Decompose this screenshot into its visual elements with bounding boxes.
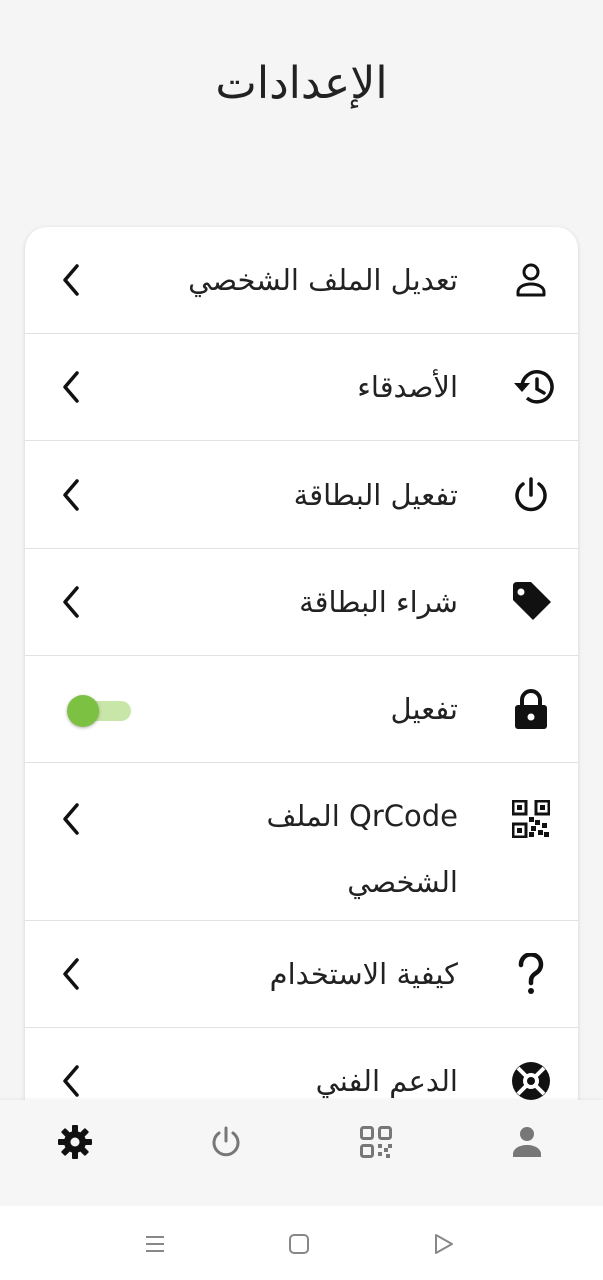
lifebuoy-icon (508, 1058, 554, 1100)
settings-item-how-to-use[interactable]: كيفية الاستخدام (25, 921, 578, 1028)
history-icon (508, 364, 554, 410)
settings-item-friends[interactable]: الأصدقاء (25, 334, 578, 441)
chevron-left-icon (63, 1065, 79, 1097)
nav-power-button[interactable] (206, 1122, 246, 1162)
back-button[interactable] (429, 1230, 457, 1258)
nav-settings-button[interactable] (55, 1122, 95, 1162)
tag-icon (508, 579, 554, 625)
settings-item-label: شراء البطاقة (299, 585, 458, 619)
settings-item-label: تفعيل البطاقة (293, 478, 458, 512)
chevron-left-icon (63, 586, 79, 618)
settings-screen: الإعدادات تعديل الملف الشخصي الأصدقاء تف… (0, 0, 603, 1280)
chevron-left-icon (63, 803, 79, 835)
settings-item-edit-profile[interactable]: تعديل الملف الشخصي (25, 227, 578, 334)
power-icon (508, 472, 554, 518)
home-button[interactable] (285, 1230, 313, 1258)
bottom-nav (0, 1100, 603, 1206)
question-icon (508, 951, 554, 997)
recents-icon (146, 1236, 164, 1252)
settings-item-activate-card[interactable]: تفعيل البطاقة (25, 441, 578, 549)
person-outline-icon (508, 257, 554, 303)
gear-icon (58, 1125, 92, 1159)
power-icon (212, 1126, 240, 1157)
settings-item-activation: تفعيل (25, 656, 578, 763)
chevron-left-icon (63, 958, 79, 990)
settings-item-label: تعديل الملف الشخصي (188, 263, 458, 297)
settings-item-label: الدعم الفني (315, 1064, 458, 1098)
system-nav-bar (0, 1206, 603, 1280)
settings-item-support[interactable]: الدعم الفني (25, 1028, 578, 1100)
lock-icon (508, 686, 554, 732)
settings-item-label: QrCode الملف الشخصي (266, 799, 459, 899)
back-icon (435, 1234, 453, 1254)
settings-item-label: تفعيل (390, 692, 458, 726)
recents-button[interactable] (141, 1230, 169, 1258)
settings-item-label: كيفية الاستخدام (269, 957, 458, 991)
page-title: الإعدادات (215, 58, 388, 109)
qrcode-icon (360, 1126, 392, 1158)
nav-qrcode-button[interactable] (356, 1122, 396, 1162)
chevron-left-icon (63, 371, 79, 403)
settings-item-label: الأصدقاء (357, 370, 458, 404)
chevron-left-icon (63, 264, 79, 296)
nav-profile-button[interactable] (507, 1122, 547, 1162)
chevron-left-icon (63, 478, 79, 511)
person-icon (513, 1127, 541, 1157)
settings-item-buy-card[interactable]: شراء البطاقة (25, 549, 578, 656)
activation-toggle[interactable] (67, 695, 131, 727)
toggle-knob (67, 695, 99, 727)
home-icon (289, 1234, 309, 1254)
settings-item-qrcode-profile[interactable]: QrCode الملف الشخصي (25, 763, 578, 921)
qrcode-icon (508, 796, 554, 842)
settings-list: تعديل الملف الشخصي الأصدقاء تفعيل البطاق… (25, 227, 578, 1100)
